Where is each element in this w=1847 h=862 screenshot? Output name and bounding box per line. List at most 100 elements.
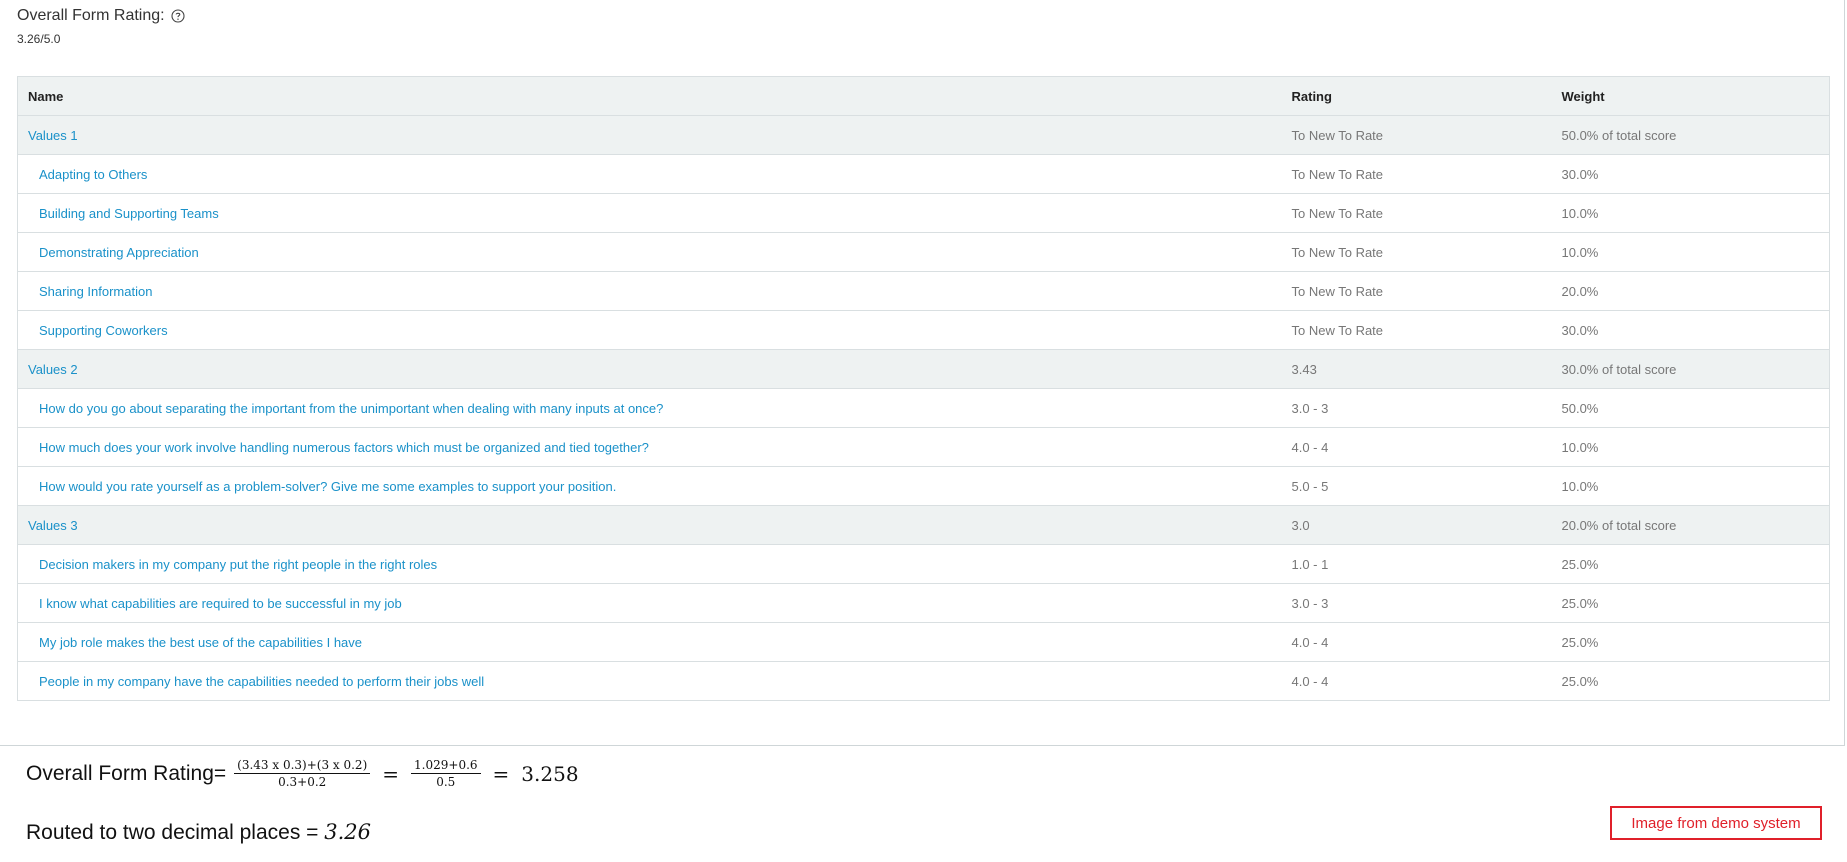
row-rating-cell: To New To Rate [1281,154,1552,194]
row-rating-cell: 4.0 - 4 [1281,661,1552,701]
row-weight-cell: 25.0% [1551,544,1830,584]
formula-equation: Overall Form Rating= (3.43 x 0.3)+(3 x 0… [26,758,585,789]
table-header-row: Name Rating Weight [17,76,1830,116]
row-weight-cell: 10.0% [1551,232,1830,272]
row-weight-cell: 30.0% [1551,310,1830,350]
row-name-cell: My job role makes the best use of the ca… [17,622,1282,662]
table-row: How would you rate yourself as a problem… [17,466,1830,506]
fraction-1-numerator: (3.43 x 0.3)+(3 x 0.2) [234,758,371,774]
demo-system-badge: Image from demo system [1610,806,1822,840]
rounded-label: Routed to two decimal places = [26,821,325,844]
fraction-1-denominator: 0.3+0.2 [278,775,327,789]
competency-link[interactable]: How would you rate yourself as a problem… [39,479,616,494]
competency-link[interactable]: Building and Supporting Teams [39,206,219,221]
section-link[interactable]: Values 3 [28,518,78,533]
row-weight-cell: 10.0% [1551,193,1830,233]
row-name-cell: Decision makers in my company put the ri… [17,544,1282,584]
question-circle-icon[interactable] [171,9,185,23]
table-row: Sharing Information To New To Rate 20.0% [17,271,1830,311]
table-row: Building and Supporting Teams To New To R… [17,193,1830,233]
group-row: Values 3 3.0 20.0% of total score [17,505,1830,545]
row-name-cell: Supporting Coworkers [17,310,1282,350]
row-name-cell: How would you rate yourself as a problem… [17,466,1282,506]
table-row: Supporting Coworkers To New To Rate 30.0% [17,310,1830,350]
formula-result: 3.258 [521,761,579,786]
row-weight-cell: 25.0% [1551,622,1830,662]
ratings-table: Name Rating Weight Values 1 To New To Rat… [17,76,1830,701]
overall-rating-value: 3.26/5.0 [17,32,61,46]
competency-link[interactable]: My job role makes the best use of the ca… [39,635,362,650]
row-name-cell: Values 3 [17,505,1282,545]
row-rating-cell: 4.0 - 4 [1281,622,1552,662]
row-rating-cell: 5.0 - 5 [1281,466,1552,506]
row-rating-cell: 1.0 - 1 [1281,544,1552,584]
table-row: Decision makers in my company put the ri… [17,544,1830,584]
competency-link[interactable]: How do you go about separating the impor… [39,401,663,416]
row-weight-cell: 30.0% [1551,154,1830,194]
section-link[interactable]: Values 2 [28,362,78,377]
row-weight-cell: 50.0% [1551,388,1830,428]
row-rating-cell: To New To Rate [1281,271,1552,311]
group-row: Values 2 3.43 30.0% of total score [17,349,1830,389]
overall-rating-heading: Overall Form Rating: [17,7,185,25]
fraction-2-numerator: 1.029+0.6 [411,758,481,774]
table-row: Adapting to Others To New To Rate 30.0% [17,154,1830,194]
row-weight-cell: 10.0% [1551,466,1830,506]
row-rating-cell: To New To Rate [1281,193,1552,233]
row-weight-cell: 10.0% [1551,427,1830,467]
competency-link[interactable]: Supporting Coworkers [39,323,168,338]
row-rating-cell: 3.43 [1281,349,1552,389]
row-rating-cell: 3.0 - 3 [1281,583,1552,623]
column-header-weight: Weight [1551,76,1830,116]
table-row: I know what capabilities are required to… [17,583,1830,623]
competency-link[interactable]: I know what capabilities are required to… [39,596,402,611]
competency-link[interactable]: Sharing Information [39,284,152,299]
row-name-cell: Adapting to Others [17,154,1282,194]
table-row: How do you go about separating the impor… [17,388,1830,428]
table-row: Demonstrating Appreciation To New To Rate… [17,232,1830,272]
table-row: People in my company have the capabiliti… [17,661,1830,701]
row-rating-cell: 3.0 - 3 [1281,388,1552,428]
group-row: Values 1 To New To Rate 50.0% of total sco… [17,115,1830,155]
overall-rating-title: Overall Form Rating: [17,7,165,24]
row-weight-cell: 25.0% [1551,661,1830,701]
competency-link[interactable]: Decision makers in my company put the ri… [39,557,437,572]
formula-fraction-2: 1.029+0.6 0.5 [411,758,481,789]
row-weight-cell: 50.0% of total score [1551,115,1830,155]
rounded-value: 3.26 [324,820,372,844]
form-rating-panel: Overall Form Rating: 3.26/5.0 Name Ratin… [0,0,1845,746]
column-header-name: Name [17,76,1282,116]
row-name-cell: How do you go about separating the impor… [17,388,1282,428]
section-link[interactable]: Values 1 [28,128,78,143]
row-rating-cell: 3.0 [1281,505,1552,545]
table-row: My job role makes the best use of the ca… [17,622,1830,662]
row-weight-cell: 25.0% [1551,583,1830,623]
equals-sign-2: = [492,761,510,786]
row-name-cell: How much does your work involve handling… [17,427,1282,467]
row-rating-cell: To New To Rate [1281,310,1552,350]
row-weight-cell: 20.0% [1551,271,1830,311]
row-name-cell: People in my company have the capabiliti… [17,661,1282,701]
row-rating-cell: To New To Rate [1281,115,1552,155]
column-header-rating: Rating [1281,76,1552,116]
row-rating-cell: 4.0 - 4 [1281,427,1552,467]
row-name-cell: Values 2 [17,349,1282,389]
competency-link[interactable]: People in my company have the capabiliti… [39,674,484,689]
row-name-cell: I know what capabilities are required to… [17,583,1282,623]
rounded-result: Routed to two decimal places = 3.26 [26,820,371,845]
row-name-cell: Demonstrating Appreciation [17,232,1282,272]
fraction-2-denominator: 0.5 [436,775,456,789]
row-name-cell: Sharing Information [17,271,1282,311]
row-rating-cell: To New To Rate [1281,232,1552,272]
table-row: How much does your work involve handling… [17,427,1830,467]
competency-link[interactable]: Adapting to Others [39,167,147,182]
competency-link[interactable]: How much does your work involve handling… [39,440,649,455]
row-weight-cell: 20.0% of total score [1551,505,1830,545]
competency-link[interactable]: Demonstrating Appreciation [39,245,199,260]
formula-label: Overall Form Rating= [26,761,227,785]
row-name-cell: Building and Supporting Teams [17,193,1282,233]
row-name-cell: Values 1 [17,115,1282,155]
row-weight-cell: 30.0% of total score [1551,349,1830,389]
formula-fraction-1: (3.43 x 0.3)+(3 x 0.2) 0.3+0.2 [234,758,371,789]
equals-sign-1: = [382,761,400,786]
